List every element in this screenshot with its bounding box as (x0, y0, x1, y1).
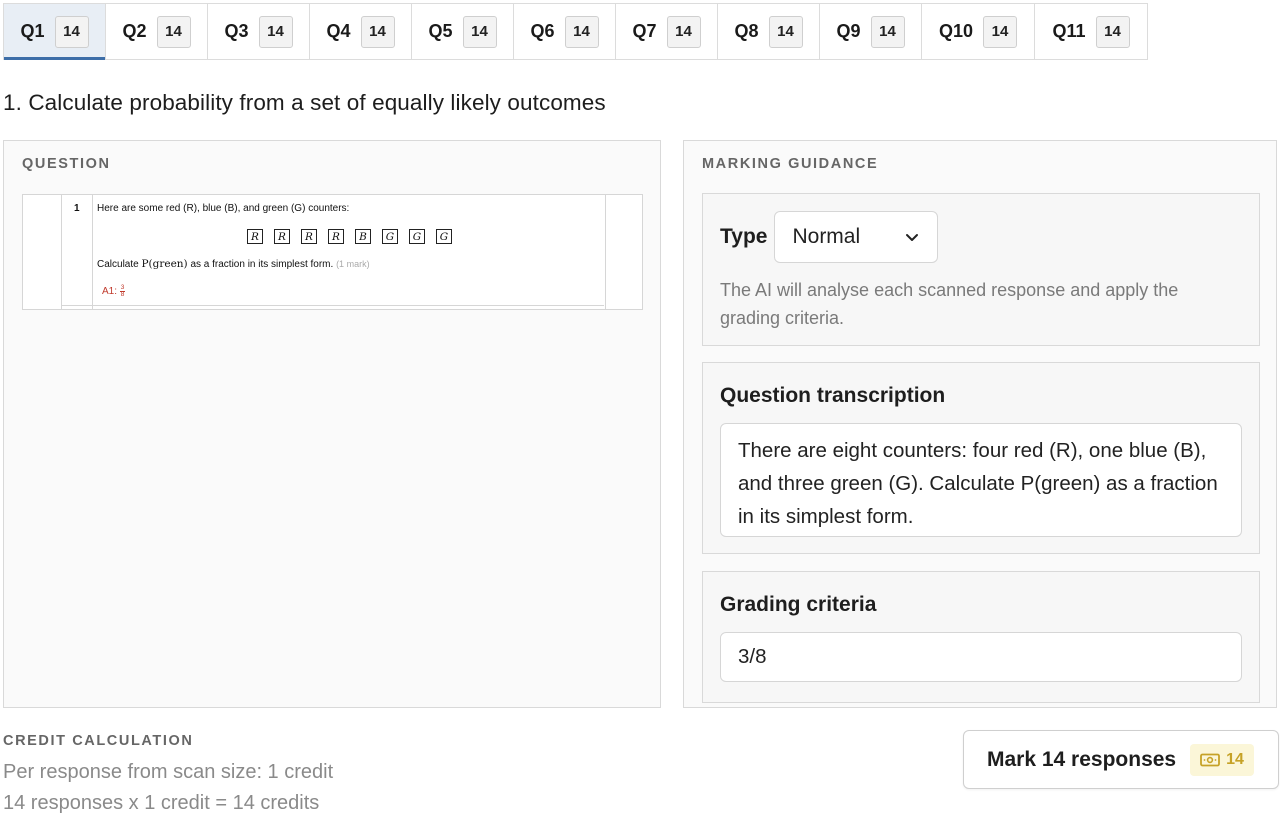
counter-box: R (328, 229, 344, 244)
tab-count-badge: 14 (666, 15, 701, 48)
type-select-value: Normal (792, 225, 861, 248)
question-math: P(green) (141, 258, 188, 270)
page-title: 1. Calculate probability from a set of e… (3, 90, 606, 115)
tab-count-badge: 14 (1095, 15, 1130, 48)
marking-guidance-panel: MARKING GUIDANCE Type Normal The AI will… (683, 140, 1277, 708)
credit-cost-value: 14 (1226, 750, 1244, 768)
tab-count-badge: 14 (360, 15, 395, 48)
grading-criteria-card: Grading criteria 3/8 (702, 571, 1260, 703)
tab-q6[interactable]: Q6 14 (514, 4, 616, 59)
transcription-card: Question transcription There are eight c… (702, 362, 1260, 554)
counter-box: G (409, 229, 425, 244)
question-line-2: Calculate P(green) as a fraction in its … (97, 258, 370, 270)
counter-box: R (274, 229, 290, 244)
marking-guidance-heading: MARKING GUIDANCE (702, 156, 879, 172)
mark-responses-button[interactable]: Mark 14 responses 14 (963, 730, 1279, 789)
tab-label: Q1 (20, 21, 45, 41)
question-line-2-prefix: Calculate (97, 259, 142, 270)
tab-count-badge: 14 (462, 15, 497, 48)
credit-cost-badge: 14 (1190, 743, 1254, 776)
tab-label: Q6 (530, 21, 555, 41)
credit-per-response: Per response from scan size: 1 credit (3, 761, 334, 783)
type-row: Type Normal (720, 211, 939, 263)
question-scan-image: 1 Here are some red (R), blue (B), and g… (22, 194, 643, 310)
tab-label: Q5 (428, 21, 453, 41)
tab-q5[interactable]: Q5 14 (412, 4, 514, 59)
tab-label: Q11 (1052, 21, 1086, 41)
counter-box: G (382, 229, 398, 244)
chevron-down-icon (906, 234, 919, 241)
question-panel: QUESTION 1 Here are some red (R), blue (… (3, 140, 661, 708)
answer-label: A1: (102, 286, 118, 298)
question-marks: (1 mark) (336, 259, 370, 269)
tab-q10[interactable]: Q10 14 (922, 4, 1035, 59)
tab-label: Q9 (836, 21, 861, 41)
scan-divider (61, 305, 604, 306)
scan-divider (605, 195, 606, 309)
tab-label: Q7 (632, 21, 657, 41)
type-card: Type Normal The AI will analyse each sca… (702, 193, 1260, 346)
tab-q4[interactable]: Q4 14 (310, 4, 412, 59)
scan-divider (61, 195, 62, 309)
tab-label: Q3 (224, 21, 249, 41)
tab-q2[interactable]: Q2 14 (106, 4, 208, 59)
answer-key: A1: 3 8 (102, 284, 126, 298)
credit-total: 14 responses x 1 credit = 14 credits (3, 792, 320, 814)
tab-q8[interactable]: Q8 14 (718, 4, 820, 59)
mark-responses-label: Mark 14 responses (987, 747, 1177, 771)
counter-box: R (301, 229, 317, 244)
type-help-text: The AI will analyse each scanned respons… (720, 280, 1179, 328)
tab-count-badge: 14 (258, 15, 293, 48)
scan-divider (92, 195, 93, 309)
counter-box: R (247, 229, 263, 244)
question-line-1: Here are some red (R), blue (B), and gre… (97, 203, 350, 214)
tab-q7[interactable]: Q7 14 (616, 4, 718, 59)
question-tabs: Q1 14 Q2 14 Q3 14 Q4 14 Q5 14 Q6 14 Q7 14 Q8 14 … (3, 3, 1148, 60)
question-heading: QUESTION (22, 156, 111, 172)
answer-denominator: 8 (120, 291, 125, 298)
tab-label: Q2 (122, 21, 147, 41)
tab-label: Q4 (326, 21, 351, 41)
counters-row: R R R R B G G G (247, 229, 452, 244)
answer-fraction: 3 8 (119, 284, 126, 298)
transcription-textarea[interactable]: There are eight counters: four red (R), … (720, 423, 1242, 537)
tab-count-badge: 14 (983, 15, 1018, 48)
type-label: Type (720, 225, 768, 248)
type-select[interactable]: Normal (774, 211, 939, 263)
question-number: 1 (74, 203, 80, 214)
money-icon (1200, 753, 1221, 766)
tab-q11[interactable]: Q11 14 (1035, 4, 1147, 59)
tab-count-badge: 14 (156, 15, 191, 48)
tab-label: Q8 (734, 21, 759, 41)
tab-q3[interactable]: Q3 14 (208, 4, 310, 59)
tab-q9[interactable]: Q9 14 (820, 4, 922, 59)
tab-count-badge: 14 (564, 15, 599, 48)
grading-criteria-input[interactable]: 3/8 (720, 632, 1242, 682)
tab-q1[interactable]: Q1 14 (4, 4, 106, 60)
tab-label: Q10 (938, 21, 974, 41)
counter-box: G (436, 229, 452, 244)
tab-count-badge: 14 (54, 15, 89, 48)
transcription-title: Question transcription (720, 384, 946, 407)
tab-count-badge: 14 (768, 15, 803, 48)
credit-calculation-heading: CREDIT CALCULATION (3, 733, 194, 749)
grading-criteria-title: Grading criteria (720, 593, 877, 616)
counter-box: B (355, 229, 371, 244)
question-line-2-suffix: as a fraction in its simplest form. (187, 259, 334, 270)
tab-count-badge: 14 (870, 15, 905, 48)
